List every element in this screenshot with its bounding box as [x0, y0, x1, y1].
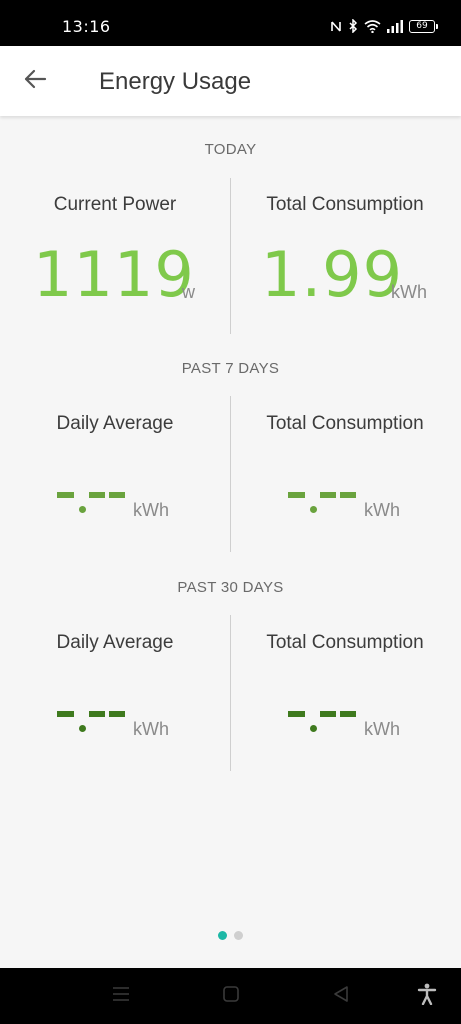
status-time: 13:16	[62, 17, 111, 36]
total-consumption-unit: kWh	[391, 282, 427, 302]
wifi-icon	[364, 19, 381, 33]
current-power-label: Current Power	[53, 194, 177, 215]
back-nav-button[interactable]	[329, 984, 353, 1008]
daily-average-unit: kWh	[133, 500, 169, 520]
total-consumption-label: Total Consumption	[266, 632, 424, 653]
arrow-left-icon	[23, 69, 47, 94]
system-nav-bar	[0, 968, 461, 1024]
daily-average-value	[57, 711, 127, 741]
total-consumption-unit: kWh	[364, 500, 400, 520]
section-title-past-30-days: PAST 30 DAYS	[177, 579, 284, 596]
page-title: Energy Usage	[99, 68, 252, 95]
home-square-icon	[222, 985, 240, 1008]
back-button[interactable]	[18, 66, 52, 96]
signal-icon	[387, 19, 403, 33]
page-dot[interactable]	[234, 931, 243, 940]
total-consumption-value	[288, 492, 358, 522]
total-consumption-label: Total Consumption	[266, 413, 424, 434]
app-bar: Energy Usage	[0, 46, 461, 116]
nfc-icon	[330, 20, 342, 33]
daily-average-label: Daily Average	[56, 413, 174, 434]
current-power-value: 1119	[33, 238, 195, 311]
total-consumption-value	[288, 711, 358, 741]
battery-icon: 69	[409, 19, 438, 33]
page-dot-active[interactable]	[218, 931, 227, 940]
status-bar: 13:16 69	[0, 0, 461, 46]
current-power-unit: w	[182, 282, 195, 302]
accessibility-icon	[417, 983, 437, 1010]
daily-average-value	[57, 492, 127, 522]
back-triangle-icon	[332, 985, 350, 1008]
total-consumption-label: Total Consumption	[266, 194, 424, 215]
page-indicator	[218, 931, 243, 940]
menu-icon	[112, 986, 130, 1007]
section-title-past-7-days: PAST 7 DAYS	[181, 360, 280, 377]
status-icons: 69	[330, 19, 438, 33]
daily-average-label: Daily Average	[56, 632, 174, 653]
section-title-today: TODAY	[204, 141, 257, 158]
total-consumption-unit: kWh	[364, 719, 400, 739]
accessibility-button[interactable]	[415, 983, 439, 1010]
total-consumption-value: 1.99	[261, 238, 404, 311]
home-button[interactable]	[219, 984, 243, 1008]
bluetooth-icon	[348, 19, 358, 33]
daily-average-unit: kWh	[133, 719, 169, 739]
menu-button[interactable]	[109, 984, 133, 1008]
